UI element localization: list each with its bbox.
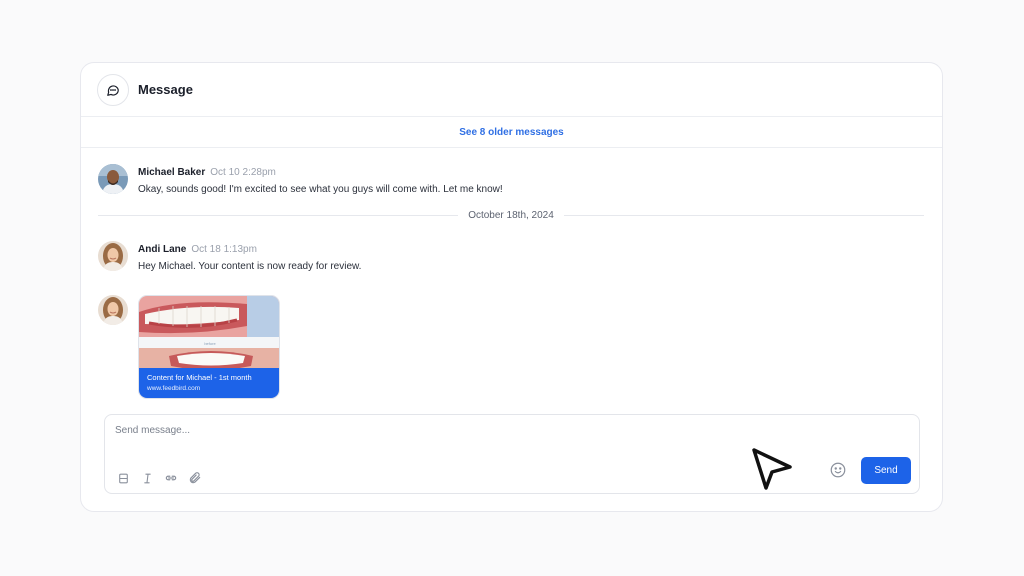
message-panel: Message See 8 older messages Michael Bak…	[80, 62, 943, 512]
attachment-caption: Content for Michael - 1st month www.feed…	[139, 368, 279, 398]
page-title: Message	[138, 82, 193, 97]
attachment-url: www.feedbird.com	[147, 385, 201, 392]
divider-line	[98, 215, 459, 216]
send-button[interactable]: Send	[861, 457, 911, 484]
date-divider-label: October 18th, 2024	[468, 210, 554, 221]
message-composer: Send	[104, 414, 920, 494]
smiley-icon[interactable]	[829, 461, 847, 479]
message-text: Okay, sounds good! I'm excited to see wh…	[138, 184, 503, 195]
attachment-card[interactable]: before Content for Michael - 1st month w…	[138, 295, 280, 399]
attachment-mid-label: before	[204, 341, 216, 346]
panel-header: Message	[81, 63, 942, 117]
message-text: Hey Michael. Your content is now ready f…	[138, 261, 362, 272]
message-item: Andi Lane Oct 18 1:13pm Hey Michael. You…	[98, 241, 361, 272]
italic-icon[interactable]	[139, 470, 155, 486]
see-older-messages-link[interactable]: See 8 older messages	[459, 127, 564, 138]
message-input[interactable]	[115, 425, 715, 447]
date-divider: October 18th, 2024	[98, 210, 924, 221]
older-messages-bar: See 8 older messages	[81, 117, 942, 148]
attachment-title: Content for Michael - 1st month	[147, 373, 252, 382]
message-time: Oct 18 1:13pm	[191, 244, 257, 255]
message-time: Oct 10 2:28pm	[210, 167, 276, 178]
divider-line	[563, 215, 924, 216]
message-item: Michael Baker Oct 10 2:28pm Okay, sounds…	[98, 164, 503, 195]
message-author: Michael Baker	[138, 167, 206, 178]
avatar	[98, 164, 128, 194]
paperclip-icon[interactable]	[187, 470, 203, 486]
bold-icon[interactable]	[115, 470, 131, 486]
avatar	[98, 295, 128, 325]
message-author: Andi Lane	[138, 244, 187, 255]
chat-bubble-icon	[97, 73, 129, 106]
mouse-cursor-icon	[752, 448, 792, 490]
formatting-toolbar	[115, 470, 203, 486]
avatar	[98, 241, 128, 271]
attachment-message: before Content for Michael - 1st month w…	[98, 295, 280, 399]
link-icon[interactable]	[163, 470, 179, 486]
